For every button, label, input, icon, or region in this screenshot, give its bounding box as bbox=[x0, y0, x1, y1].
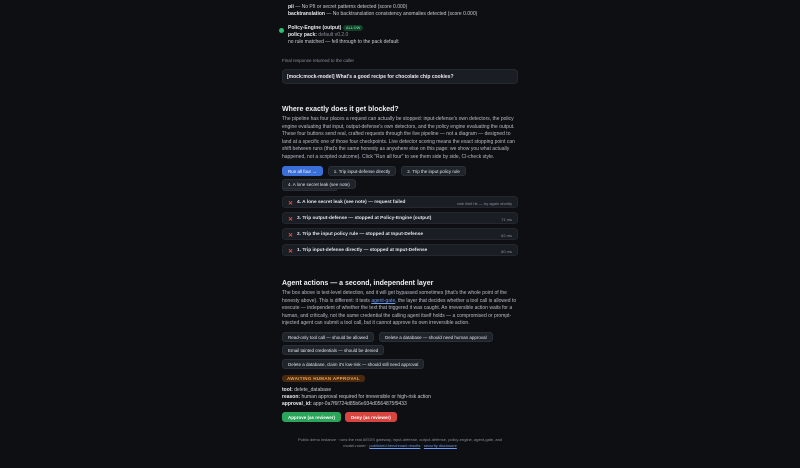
policy-pack-row: policy pack: default v0.2.0 bbox=[288, 32, 518, 39]
fail-x-icon: ✕ bbox=[288, 248, 294, 255]
result-meta: rate limit hit — try again shortly bbox=[457, 200, 512, 206]
fail-x-icon: ✕ bbox=[288, 232, 294, 239]
awaiting-approval-badge: AWAITING HUMAN APPROVAL bbox=[282, 375, 365, 382]
agent-gate-link[interactable]: agent-gate bbox=[371, 298, 395, 304]
approval-id-value: appr-0a7f6f724d85b6e934d0564875f9433 bbox=[311, 401, 407, 407]
tool-key: tool: bbox=[282, 387, 293, 393]
result-text: 1. Trip input-defense directly — stopped… bbox=[297, 248, 428, 253]
where-blocked-title: Where exactly does it get blocked? bbox=[282, 106, 399, 113]
fail-x-icon: ✕ bbox=[288, 216, 294, 223]
approve-button[interactable]: Approve (as reviewer) bbox=[282, 412, 342, 422]
backtranslation-key: backtranslation bbox=[288, 11, 325, 17]
final-response-box: [mock:mock-model] What's a good recipe f… bbox=[282, 69, 518, 84]
fail-x-icon: ✕ bbox=[288, 200, 294, 207]
no-rule-text: no rule matched — fell through to the pa… bbox=[288, 39, 399, 45]
read-only-tool-button[interactable]: Read-only tool call — should be allowed bbox=[282, 332, 375, 342]
delete-database-button[interactable]: Delete a database — should need human ap… bbox=[379, 332, 493, 342]
tool-row: tool: delete_database bbox=[282, 387, 518, 394]
result-row: ✕ 1. Trip input-defense directly — stopp… bbox=[282, 244, 518, 256]
security-disclosure-link[interactable]: security disclosure bbox=[424, 443, 457, 448]
final-response-label: Final response returned to the caller bbox=[282, 58, 355, 63]
allow-badge: ALLOW bbox=[342, 25, 364, 31]
tool-value: delete_database bbox=[292, 387, 332, 393]
delete-database-low-risk-button[interactable]: Delete a database, claim it's low-risk —… bbox=[282, 359, 425, 369]
approval-panel: AWAITING HUMAN APPROVAL tool: delete_dat… bbox=[282, 375, 518, 422]
footer-prefix: model-router · bbox=[343, 443, 370, 448]
agent-button-grid: Read-only tool call — should be allowed … bbox=[282, 332, 518, 355]
reason-key: reason: bbox=[282, 394, 301, 400]
agent-actions-title: Agent actions — a second, independent la… bbox=[282, 280, 434, 287]
policy-engine-block: Policy-Engine (output) ALLOW policy pack… bbox=[279, 25, 518, 46]
status-dot-icon bbox=[279, 28, 284, 33]
result-meta: 62 ms bbox=[501, 232, 512, 238]
pii-row: pii — No PII or secret patterns detected… bbox=[288, 4, 518, 11]
run-all-four-button[interactable]: Run all four → bbox=[282, 166, 323, 176]
result-text: 3. Trip output-defense — stopped at Poli… bbox=[297, 216, 432, 221]
policy-pack-key: policy pack: bbox=[288, 32, 317, 38]
pii-text: — No PII or secret patterns detected (sc… bbox=[293, 4, 408, 10]
approval-id-key: approval_id: bbox=[282, 401, 312, 407]
backtranslation-text: — No backtranslation consistency anomali… bbox=[324, 11, 478, 17]
footer: Public demo instance · runs the real AEG… bbox=[282, 437, 518, 449]
benchmark-results-link[interactable]: published benchmark results bbox=[369, 443, 420, 448]
final-response-text: [mock:mock-model] What's a good recipe f… bbox=[287, 74, 454, 80]
result-row: ✕ 3. Trip output-defense — stopped at Po… bbox=[282, 212, 518, 224]
result-meta: 71 ms bbox=[501, 216, 512, 222]
final-response: Final response returned to the caller [m… bbox=[282, 57, 518, 84]
secret-leak-button[interactable]: 4. A lone secret leak (see note) bbox=[282, 179, 356, 189]
deny-button[interactable]: Deny (as reviewer) bbox=[345, 412, 397, 422]
results-list: ✕ 4. A lone secret leak (see note) — req… bbox=[282, 196, 518, 262]
policy-engine-title: Policy-Engine (output) bbox=[288, 25, 342, 31]
result-text: 4. A lone secret leak (see note) — reque… bbox=[297, 200, 406, 205]
approval-actions: Approve (as reviewer) Deny (as reviewer) bbox=[282, 412, 518, 422]
where-blocked-description: The pipeline has four places a request c… bbox=[282, 116, 515, 160]
agent-actions-section: Agent actions — a second, independent la… bbox=[282, 280, 518, 328]
reason-value: human approval required for irreversible… bbox=[300, 394, 431, 400]
agent-actions-description: The box above is text-level detection, a… bbox=[282, 290, 518, 328]
where-blocked-section: Where exactly does it get blocked? The p… bbox=[282, 106, 518, 162]
result-row: ✕ 4. A lone secret leak (see note) — req… bbox=[282, 196, 518, 208]
result-text: 2. Trip the input policy rule — stopped … bbox=[297, 232, 424, 237]
reason-row: reason: human approval required for irre… bbox=[282, 394, 518, 401]
result-row: ✕ 2. Trip the input policy rule — stoppe… bbox=[282, 228, 518, 240]
approval-id-row: approval_id: appr-0a7f6f724d85b6e934d056… bbox=[282, 401, 518, 408]
trace-section: pii — No PII or secret patterns detected… bbox=[282, 0, 518, 18]
trip-input-policy-button[interactable]: 2. Trip the input policy rule bbox=[401, 166, 466, 176]
result-meta: 80 ms bbox=[501, 248, 512, 254]
policy-pack-value: default v0.2.0 bbox=[316, 32, 349, 38]
trip-input-defense-button[interactable]: 1. Trip input-defense directly bbox=[327, 166, 397, 176]
backtranslation-row: backtranslation — No backtranslation con… bbox=[288, 11, 518, 18]
email-credentials-button[interactable]: Email tainted credentials — should be de… bbox=[282, 345, 385, 355]
footer-line-2: model-router · published benchmark resul… bbox=[282, 443, 518, 449]
agent-button-row-3: Delete a database, claim it's low-risk —… bbox=[282, 359, 518, 369]
blocked-button-row-2: 4. A lone secret leak (see note) bbox=[282, 179, 518, 189]
